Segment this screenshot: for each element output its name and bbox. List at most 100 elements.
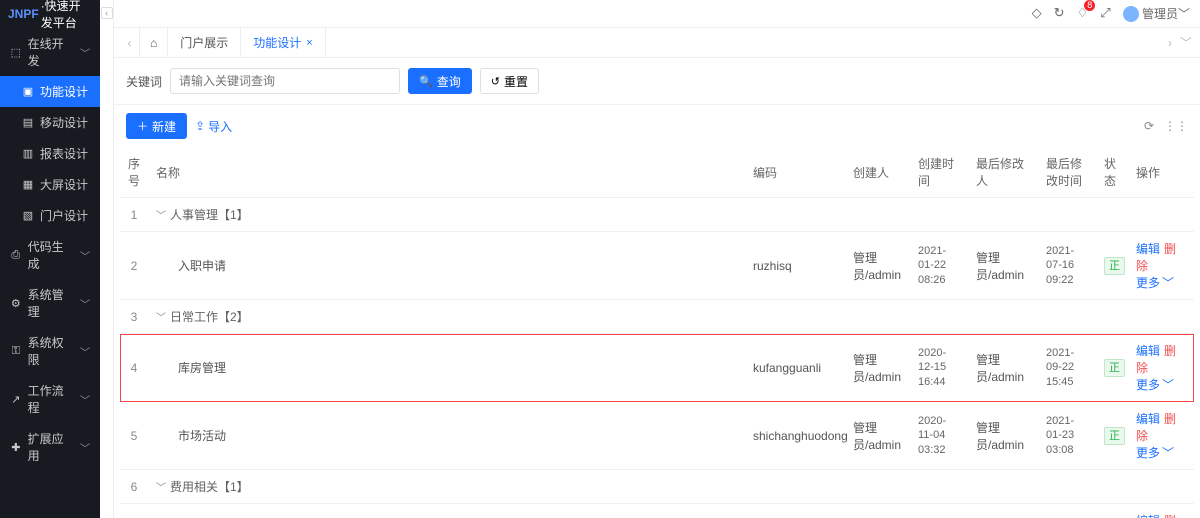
menu-icon: ▧ — [22, 209, 34, 222]
new-button[interactable]: ＋新建 — [126, 113, 187, 139]
cell-creator: 管理员/admin — [845, 232, 910, 300]
cell-code: shichanghuodong — [745, 402, 845, 470]
logo: JNPF ·快速开发平台 — [0, 0, 100, 28]
sidebar-item[interactable]: ⬚在线开发﹀ — [0, 28, 100, 76]
sidebar-item[interactable]: ⎙ 代码生成 ﹀ — [0, 231, 100, 279]
chevron-down-icon[interactable]: ﹀ — [156, 207, 166, 222]
cell-seq: 4 — [120, 334, 148, 402]
settings-icon[interactable]: ⋮⋮ — [1164, 119, 1188, 133]
cell-seq: 3 — [120, 300, 148, 334]
close-icon[interactable]: × — [306, 37, 312, 49]
tab-home[interactable]: ⌂ — [140, 28, 168, 57]
tabs-right: › ﹀ — [1168, 28, 1200, 57]
table-row[interactable]: 5市场活动shichanghuodong管理员/admin2020-11-04 … — [120, 402, 1194, 470]
tab-label: 功能设计 — [253, 34, 301, 51]
fullscreen-icon[interactable]: ⤢ — [1100, 5, 1110, 21]
table-row[interactable]: 3﹀ 日常工作【2】 — [120, 300, 1194, 334]
reset-button[interactable]: ↺重置 — [480, 68, 539, 94]
table-row[interactable]: 2入职申请ruzhisq管理员/admin2021-01-22 08:26管理员… — [120, 232, 1194, 300]
search-input[interactable] — [170, 68, 400, 94]
edit-link[interactable]: 编辑 — [1136, 344, 1160, 358]
col-ops: 操作 — [1128, 147, 1194, 198]
import-button[interactable]: ⇪导入 — [195, 118, 232, 135]
query-button[interactable]: 🔍查询 — [408, 68, 472, 94]
sidebar-subitem[interactable]: ▤移动设计 — [0, 107, 100, 138]
chevron-down-icon: ﹀ — [1162, 274, 1174, 291]
chevron-down-icon: ﹀ — [80, 248, 90, 263]
cell-etime: 2021-09-22 15:45 — [1038, 334, 1096, 402]
more-link[interactable]: 更多 ﹀ — [1136, 444, 1174, 461]
edit-link[interactable]: 编辑 — [1136, 514, 1160, 518]
menu-icon: ⚿ — [10, 345, 22, 358]
row-ops: 编辑删除更多 ﹀ — [1136, 344, 1176, 392]
sidebar-item[interactable]: ↗工作流程﹀ — [0, 375, 100, 423]
tab[interactable]: 功能设计 × — [241, 28, 325, 57]
cell-status: 正 — [1096, 402, 1128, 470]
col-etime: 最后修改时间 — [1038, 147, 1096, 198]
sidebar-item-label: 门户设计 — [40, 207, 88, 224]
col-editor: 最后修改人 — [968, 147, 1038, 198]
sidebar-item[interactable]: ⚙系统管理﹀ — [0, 279, 100, 327]
cell-name: 应收费用 — [148, 504, 745, 518]
tabs-next-button[interactable]: › — [1168, 36, 1172, 50]
chat-icon[interactable]: ◇ — [1032, 5, 1042, 21]
cell-ctime: 2020-12-15 16:44 — [910, 334, 968, 402]
sidebar-subitem[interactable]: ▣功能设计 — [0, 76, 100, 107]
tabs-prev-button[interactable]: ‹ — [120, 28, 140, 57]
cell-editor: 管理员/admin — [968, 334, 1038, 402]
chevron-down-icon: ﹀ — [80, 344, 90, 359]
menu-icon: ↗ — [10, 393, 22, 406]
brand-prefix: JNPF — [8, 7, 39, 21]
user-menu[interactable]: 管理员﹀ — [1123, 5, 1190, 23]
sidebar-item-label: 大屏设计 — [40, 176, 88, 193]
menu-icon: ▣ — [22, 85, 34, 98]
table-row[interactable]: 1﹀ 人事管理【1】 — [120, 198, 1194, 232]
sidebar: JNPF ·快速开发平台 ⬚在线开发﹀▣功能设计▤移动设计▥报表设计▦大屏设计▧… — [0, 0, 100, 518]
cell-editor: 管理员/admin — [968, 402, 1038, 470]
sidebar-menu: ⬚在线开发﹀▣功能设计▤移动设计▥报表设计▦大屏设计▧门户设计⎙代码生成﹀⚙系统… — [0, 28, 100, 518]
chevron-down-icon: ﹀ — [80, 440, 90, 455]
cell-seq: 7 — [120, 504, 148, 518]
sidebar-item-label: 系统管理 — [28, 286, 74, 320]
sidebar-subitem[interactable]: ▧ 门户设计 — [0, 200, 100, 231]
cell-status: 正 — [1096, 334, 1128, 402]
tabs: ‹ ⌂ 门户展示功能设计 × › ﹀ — [114, 28, 1200, 58]
sidebar-item-label: 工作流程 — [28, 382, 74, 416]
sidebar-subitem[interactable]: ▦大屏设计 — [0, 169, 100, 200]
tabs-menu-button[interactable]: ﹀ — [1180, 34, 1192, 51]
table-row[interactable]: 7应收费用testreceivable管理员/admin2020-12-03 1… — [120, 504, 1194, 518]
plus-icon: ＋ — [137, 118, 148, 134]
chevron-down-icon[interactable]: ﹀ — [156, 309, 166, 324]
col-creator: 创建人 — [845, 147, 910, 198]
bell-icon[interactable]: ♢8 — [1077, 5, 1089, 21]
menu-icon: ⎙ — [10, 249, 22, 262]
sidebar-collapse-button[interactable]: ‹ — [101, 7, 113, 19]
cell-code: ruzhisq — [745, 232, 845, 300]
table-row[interactable]: 4库房管理kufangguanli管理员/admin2020-12-15 16:… — [120, 334, 1194, 402]
chevron-down-icon[interactable]: ﹀ — [156, 479, 166, 494]
cell-name: 库房管理 — [148, 334, 745, 402]
sidebar-item[interactable]: ✚扩展应用﹀ — [0, 423, 100, 471]
sidebar-item[interactable]: ⚿系统权限﹀ — [0, 327, 100, 375]
refresh-table-icon[interactable]: ⟳ — [1144, 119, 1154, 133]
refresh-icon[interactable]: ↻ — [1054, 5, 1065, 21]
menu-icon: ✚ — [10, 441, 22, 454]
col-name: 名称 — [148, 147, 745, 198]
cell-ops: 编辑删除更多 ﹀ — [1128, 504, 1194, 518]
cell-etime: 2021-08-06 15:42 — [1038, 504, 1096, 518]
col-status: 状态 — [1096, 147, 1128, 198]
col-seq: 序号 — [120, 147, 148, 198]
table-row[interactable]: 6﹀ 费用相关【1】 — [120, 470, 1194, 504]
edit-link[interactable]: 编辑 — [1136, 412, 1160, 426]
row-ops: 编辑删除更多 ﹀ — [1136, 242, 1176, 290]
more-link[interactable]: 更多 ﹀ — [1136, 376, 1174, 393]
cell-group-name: ﹀ 人事管理【1】 — [148, 198, 1194, 232]
cell-etime: 2021-07-16 09:22 — [1038, 232, 1096, 300]
chevron-down-icon: ﹀ — [80, 296, 90, 311]
edit-link[interactable]: 编辑 — [1136, 242, 1160, 256]
home-icon: ⌂ — [150, 36, 157, 50]
sidebar-subitem[interactable]: ▥报表设计 — [0, 138, 100, 169]
sidebar-item-label: 代码生成 — [28, 238, 74, 272]
more-link[interactable]: 更多 ﹀ — [1136, 274, 1174, 291]
tab[interactable]: 门户展示 — [168, 28, 241, 57]
